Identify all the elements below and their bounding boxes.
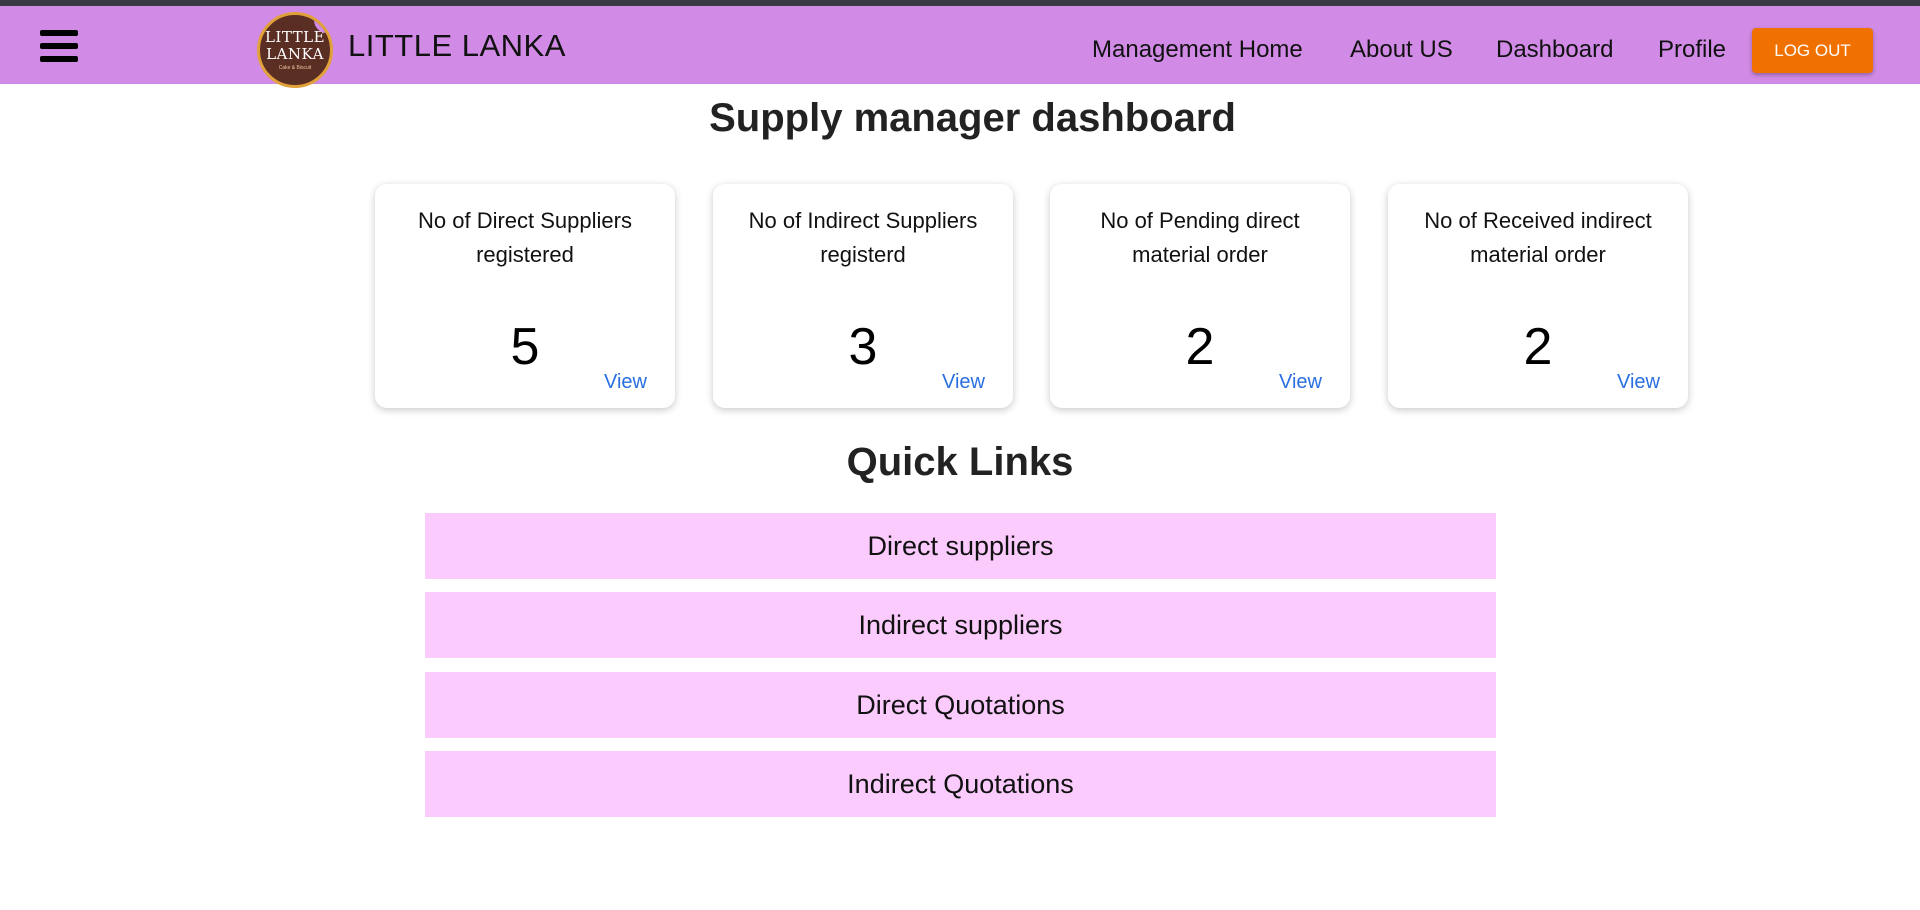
stat-card-label: No of Direct Suppliers registered	[418, 208, 632, 267]
logo-text-line2: LANKA	[266, 45, 324, 63]
quick-link-direct-suppliers[interactable]: Direct suppliers	[425, 513, 1496, 579]
navbar: LITTLE LANKA Cake & Biscuit LITTLE LANKA…	[0, 6, 1920, 88]
nav-link-about-us[interactable]: About US	[1350, 36, 1453, 64]
hamburger-menu-icon[interactable]	[40, 30, 78, 62]
quick-link-indirect-quotations[interactable]: Indirect Quotations	[425, 751, 1496, 817]
stat-card-count: 5	[510, 318, 540, 376]
quick-link-direct-quotations[interactable]: Direct Quotations	[425, 672, 1496, 738]
stat-card-pending-direct-orders: No of Pending direct material order 2 Vi…	[1050, 184, 1350, 408]
stat-card-label: No of Pending direct material order	[1100, 208, 1300, 267]
logo-text-line1: LITTLE	[264, 28, 326, 46]
view-link[interactable]: View	[604, 371, 647, 394]
logo-tagline: Cake & Biscuit	[278, 65, 312, 71]
view-link[interactable]: View	[1617, 371, 1660, 394]
nav-link-management-home[interactable]: Management Home	[1092, 36, 1303, 64]
quick-link-indirect-suppliers[interactable]: Indirect suppliers	[425, 592, 1496, 658]
view-link[interactable]: View	[1279, 371, 1322, 394]
nav-link-profile[interactable]: Profile	[1658, 36, 1726, 64]
stat-card-label: No of Indirect Suppliers registerd	[748, 208, 978, 267]
brand-name[interactable]: LITTLE LANKA	[348, 28, 566, 64]
stat-card-count: 3	[848, 318, 878, 376]
stat-card-indirect-suppliers: No of Indirect Suppliers registerd 3 Vie…	[713, 184, 1013, 408]
logout-button[interactable]: LOG OUT	[1752, 28, 1873, 73]
view-link[interactable]: View	[942, 371, 985, 394]
nav-link-dashboard[interactable]: Dashboard	[1496, 36, 1613, 64]
stat-card-received-indirect-orders: No of Received indirect material order 2…	[1388, 184, 1688, 408]
brand-logo[interactable]: LITTLE LANKA Cake & Biscuit	[257, 12, 333, 88]
stat-card-count: 2	[1523, 318, 1553, 376]
stat-card-label: No of Received indirect material order	[1424, 208, 1652, 267]
stat-card-direct-suppliers: No of Direct Suppliers registered 5 View	[375, 184, 675, 408]
page-title: Supply manager dashboard	[709, 96, 1236, 140]
quick-links-title: Quick Links	[846, 440, 1074, 484]
stat-card-count: 2	[1185, 318, 1215, 376]
